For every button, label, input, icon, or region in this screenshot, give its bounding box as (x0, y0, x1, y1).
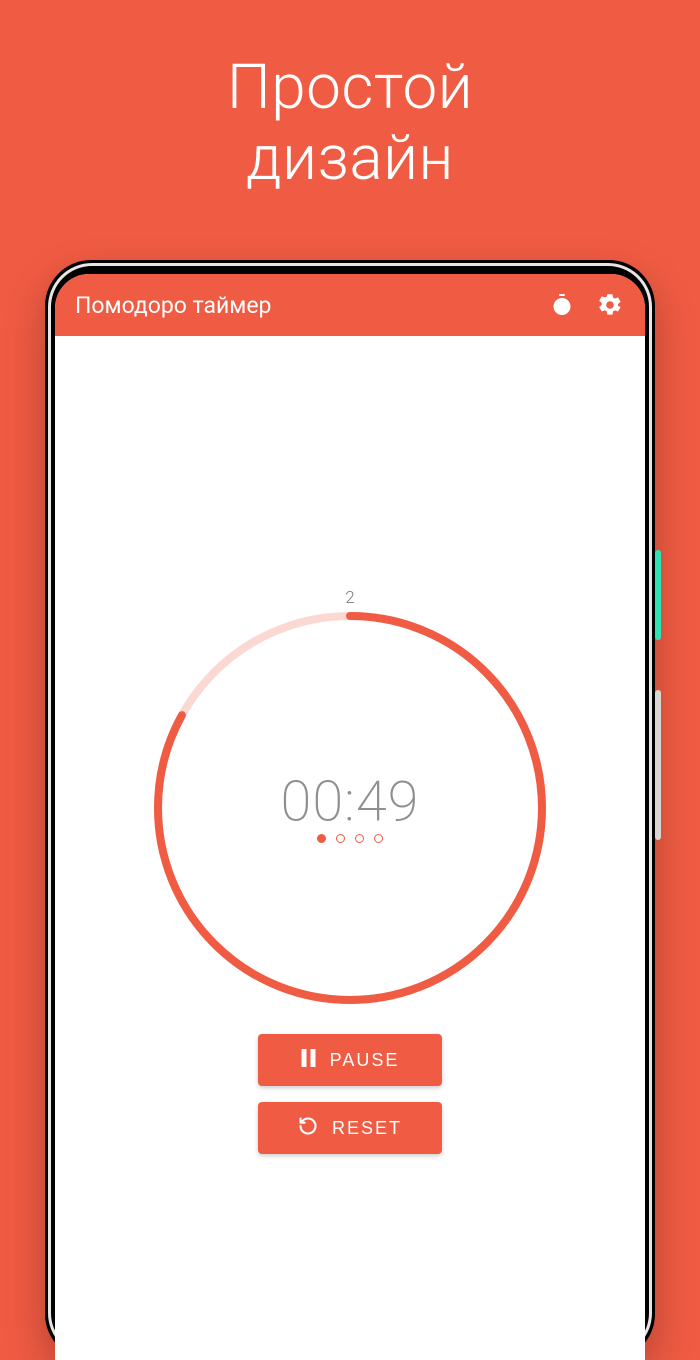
pause-label: PAUSE (330, 1050, 400, 1071)
promo-line1: Простой (227, 51, 473, 124)
phone-screen: Помодоро таймер 2 00:49 (55, 274, 645, 1360)
progress-ring: 00:49 (150, 608, 550, 1008)
session-dots (317, 834, 383, 843)
reset-icon (298, 1116, 318, 1141)
session-dot (336, 834, 345, 843)
pause-button[interactable]: PAUSE (258, 1034, 442, 1086)
promo-line2: дизайн (246, 122, 454, 195)
session-dot (374, 834, 383, 843)
app-bar: Помодоро таймер (55, 274, 645, 336)
promo-heading: Простой дизайн (0, 0, 700, 195)
reset-label: RESET (332, 1118, 402, 1139)
session-number: 2 (345, 588, 354, 608)
session-dot (317, 834, 326, 843)
phone-frame: Помодоро таймер 2 00:49 (45, 260, 655, 1360)
timer-area: 2 00:49 PAUSE (55, 336, 645, 1360)
control-buttons: PAUSE RESET (258, 1034, 442, 1154)
time-remaining: 00:49 (281, 768, 420, 834)
session-dot (355, 834, 364, 843)
gear-icon[interactable] (595, 290, 625, 320)
reset-button[interactable]: RESET (258, 1102, 442, 1154)
app-title: Помодоро таймер (75, 292, 529, 319)
stopwatch-icon[interactable] (547, 290, 577, 320)
phone-volume-button (655, 690, 661, 840)
pause-icon (301, 1049, 316, 1072)
phone-power-button (655, 550, 661, 640)
